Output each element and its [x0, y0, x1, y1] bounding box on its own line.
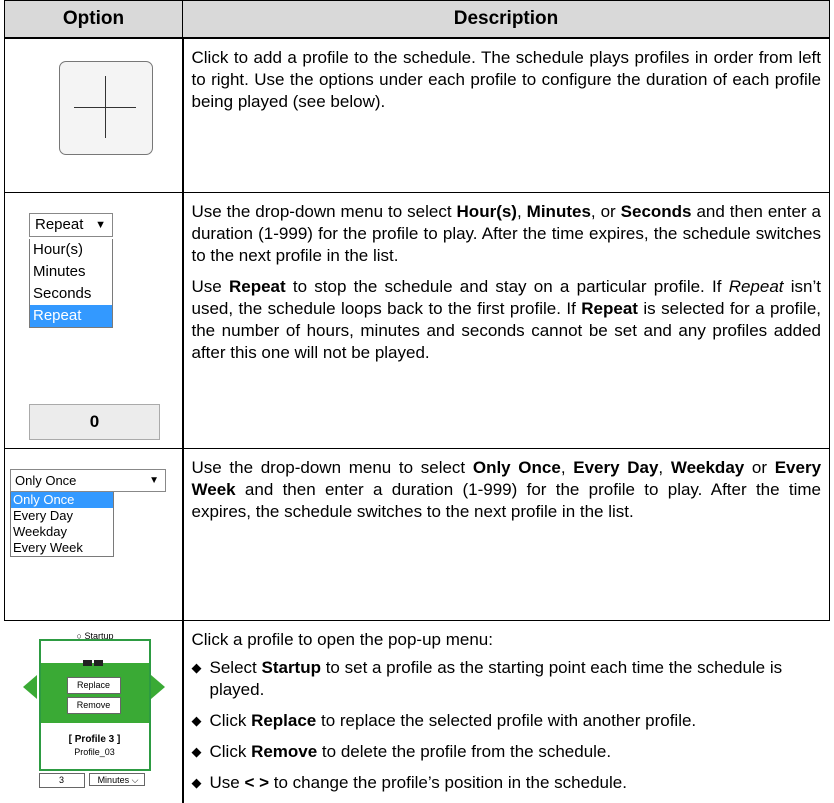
options-table: Option Description Click to add a profil…	[4, 0, 830, 803]
diamond-bullet-icon: ◆	[191, 659, 202, 675]
list-item: ◆ Click Replace to replace the selected p…	[191, 710, 697, 730]
plus-icon[interactable]	[59, 61, 153, 155]
option-header: Option	[4, 0, 183, 39]
table-row: Repeat ▼ Hour(s) Minutes Seconds Repeat …	[4, 192, 830, 449]
move-right-icon[interactable]	[150, 674, 165, 699]
table-header-row: Option Description	[4, 0, 830, 39]
description-cell: Click a profile to open the pop-up menu:…	[183, 620, 830, 803]
description-paragraph: Use the drop-down menu to select Hour(s)…	[191, 201, 822, 265]
diamond-bullet-icon: ◆	[191, 743, 202, 759]
description-cell: Click to add a profile to the schedule. …	[182, 38, 830, 193]
option-cell: Repeat ▼ Hour(s) Minutes Seconds Repeat …	[4, 192, 184, 449]
dropdown-selected-label: Repeat	[35, 215, 84, 233]
diamond-bullet-icon: ◆	[191, 774, 202, 790]
dropdown-option[interactable]: Every Day	[11, 508, 113, 524]
list-item: ◆ Click Remove to delete the profile from…	[191, 741, 612, 761]
table-row: Only Once ▼ Only Once Every Day Weekday …	[4, 448, 830, 621]
repeat-dropdown[interactable]: Repeat ▼ Hour(s) Minutes Seconds Repeat	[29, 212, 113, 328]
profile-file: Profile_03	[74, 746, 115, 757]
list-item: ◆ Use < > to change the profile’s positio…	[191, 772, 627, 792]
duration-number-field[interactable]: 0	[29, 403, 160, 440]
description-cell: Use the drop-down menu to select Hour(s)…	[182, 192, 830, 449]
remove-button[interactable]: Remove	[66, 696, 121, 714]
description-cell: Use the drop-down menu to select Only On…	[182, 448, 830, 621]
table-row: Click to add a profile to the schedule. …	[4, 38, 830, 193]
option-cell	[4, 38, 184, 193]
description-paragraph: Use Repeat to stop the schedule and stay…	[191, 276, 822, 362]
description-header: Description	[182, 0, 830, 39]
dropdown-selected-label: Only Once	[15, 472, 77, 488]
duration-input[interactable]: 3	[38, 772, 85, 788]
profile-card[interactable]: ○ Startup Replace Remove [ Profile 3 ] P…	[5, 621, 183, 791]
unit-select[interactable]: Minutes ⌵	[88, 772, 145, 786]
dropdown-option[interactable]: Minutes	[30, 261, 112, 283]
dropdown-list: Hour(s) Minutes Seconds Repeat	[29, 238, 113, 328]
option-cell: Only Once ▼ Only Once Every Day Weekday …	[4, 448, 184, 621]
option-cell: ○ Startup Replace Remove [ Profile 3 ] P…	[4, 620, 184, 803]
dropdown-option[interactable]: Hour(s)	[30, 239, 112, 261]
table-row: ○ Startup Replace Remove [ Profile 3 ] P…	[4, 620, 830, 803]
chevron-down-icon: ▼	[95, 218, 106, 231]
bullet-list: ◆ Select Startup to set a profile as the …	[192, 657, 822, 794]
profile-thumbnail-icon	[82, 652, 105, 666]
frequency-dropdown[interactable]: Only Once ▼ Only Once Every Day Weekday …	[10, 468, 166, 557]
description-paragraph: Use the drop-down menu to select Only On…	[191, 457, 822, 521]
dropdown-selected[interactable]: Only Once ▼	[10, 468, 166, 492]
diamond-bullet-icon: ◆	[191, 712, 202, 728]
list-item: ◆ Select Startup to set a profile as the …	[191, 657, 783, 699]
dropdown-option[interactable]: Seconds	[30, 283, 112, 305]
dropdown-option[interactable]: Weekday	[11, 524, 113, 540]
chevron-down-icon: ⌵	[131, 774, 139, 785]
replace-button[interactable]: Replace	[66, 676, 121, 694]
chevron-down-icon: ▼	[149, 474, 159, 486]
description-intro: Click a profile to open the pop-up menu:	[191, 629, 493, 649]
dropdown-list: Only Once Every Day Weekday Every Week	[10, 491, 114, 557]
dropdown-option[interactable]: Every Week	[11, 540, 113, 556]
dropdown-option-highlighted[interactable]: Only Once	[11, 491, 113, 508]
dropdown-option-highlighted[interactable]: Repeat	[30, 304, 112, 327]
dropdown-selected[interactable]: Repeat ▼	[29, 212, 113, 237]
description-text: Click to add a profile to the schedule. …	[191, 48, 822, 111]
move-left-icon[interactable]	[22, 674, 37, 699]
